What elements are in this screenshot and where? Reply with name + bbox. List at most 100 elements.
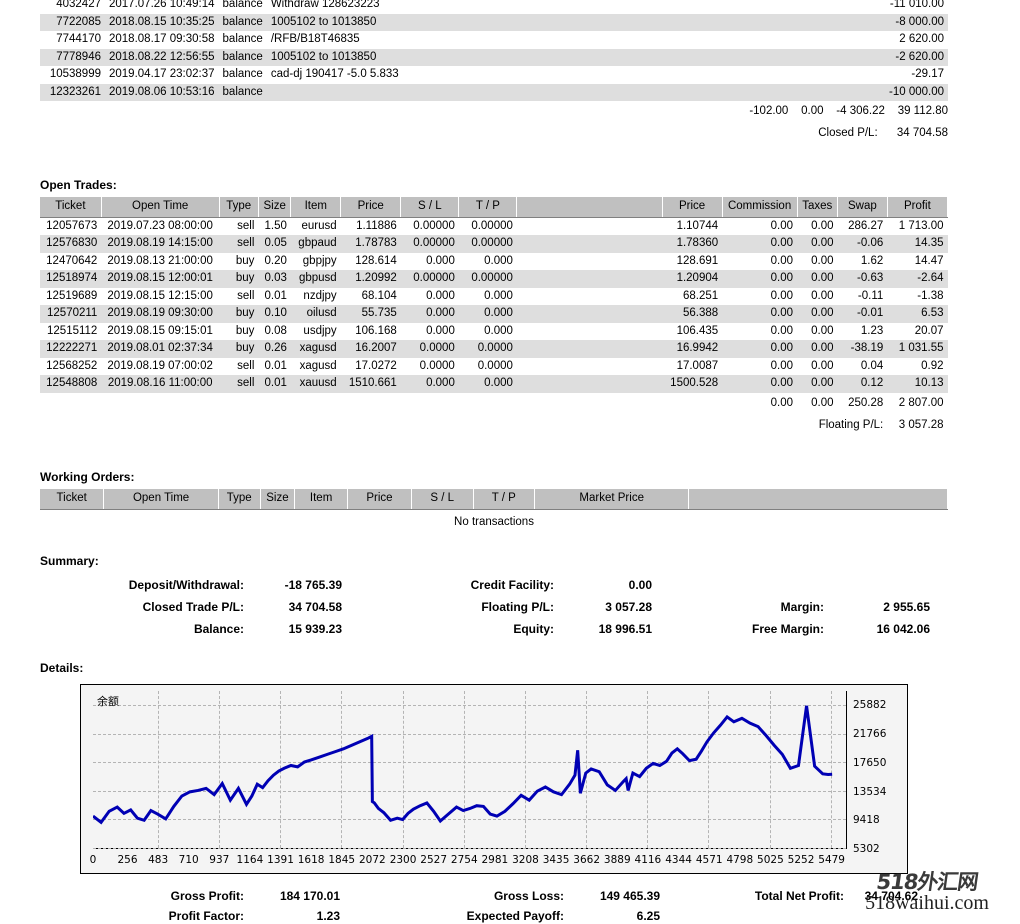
mt4-account-statement-page: 4032427 2017.07.26 10:49:14 balance Withdra… bbox=[0, 0, 1020, 924]
closed-total-profit: 39 112.80 bbox=[897, 105, 948, 118]
cell-item: gbpusd bbox=[290, 270, 341, 288]
chart-x-tick-label: 4116 bbox=[634, 854, 662, 866]
cell-tp: 0.0000 bbox=[477, 359, 513, 372]
cell-type: sell bbox=[237, 289, 255, 302]
chart-x-tick-label: 4571 bbox=[695, 854, 723, 866]
chart-x-tick-label: 1618 bbox=[297, 854, 325, 866]
summary-label-blank bbox=[670, 574, 830, 596]
cell-taxes: 0.00 bbox=[811, 254, 834, 267]
summary-section: Summary: Deposit/Withdrawal: -18 765.39 Cr… bbox=[40, 554, 948, 640]
open-total-commission: 0.00 bbox=[722, 392, 798, 415]
table-row: 7778946 2018.08.22 12:56:55 balance 1005102… bbox=[40, 48, 948, 66]
cell-ticket: 12518974 bbox=[40, 270, 102, 288]
closed-pl-row: Closed P/L: 34 704.58 bbox=[40, 123, 948, 145]
col-header-profit: Profit bbox=[887, 197, 949, 218]
table-row: 10538999 2019.04.17 23:02:37 balance cad-dj… bbox=[40, 66, 948, 84]
floating-pl-label: Floating P/L: bbox=[722, 414, 888, 437]
summary-title: Summary: bbox=[40, 554, 99, 568]
col-header-blank bbox=[516, 197, 663, 218]
col-header-t-p: T / P bbox=[473, 489, 536, 510]
cell-commission: 0.00 bbox=[722, 340, 798, 358]
cell-open-time: 2019.07.23 08:00:00 bbox=[107, 219, 213, 232]
cell-open-time: 2018.08.17 09:30:58 bbox=[109, 33, 215, 45]
cell-sl: 0.00000 bbox=[400, 235, 459, 253]
cell-price: 1510.661 bbox=[340, 375, 401, 393]
details-value-profit-factor: 1.23 bbox=[316, 909, 340, 923]
cell-taxes: 0.00 bbox=[811, 324, 834, 337]
working-orders-title: Working Orders: bbox=[40, 470, 135, 484]
cell-market-price: 128.691 bbox=[676, 254, 719, 267]
details-value-total-net-profit: 34 704.62 bbox=[864, 889, 918, 903]
cell-price: 55.735 bbox=[340, 305, 401, 323]
cell-tp: 0.00000 bbox=[458, 270, 517, 288]
cell-tp: 0.000 bbox=[484, 254, 513, 267]
cell-type: balance bbox=[222, 33, 263, 45]
chart-x-tick-label: 2072 bbox=[358, 854, 386, 866]
col-header-item: Item bbox=[290, 197, 342, 218]
cell-type: sell bbox=[219, 375, 259, 393]
cell-open-time: 2019.04.17 23:02:37 bbox=[109, 68, 215, 80]
cell-taxes: 0.00 bbox=[797, 375, 838, 393]
cell-profit: -1.38 bbox=[917, 289, 944, 302]
cell-type: balance bbox=[218, 48, 267, 66]
summary-value-balance: 15 939.23 bbox=[288, 622, 342, 636]
table-row: 12323261 2019.08.06 10:53:16 balance -10 0… bbox=[40, 83, 948, 101]
cell-profit: 6.53 bbox=[887, 305, 948, 323]
chart-x-tick-label: 3435 bbox=[542, 854, 570, 866]
cell-profit: 0.92 bbox=[921, 359, 944, 372]
summary-value-floating-p-l: 3 057.28 bbox=[605, 600, 652, 614]
cell-ticket: 12057673 bbox=[46, 219, 98, 232]
closed-transactions-section: 4032427 2017.07.26 10:49:14 balance Withdra… bbox=[40, 0, 948, 145]
table-row: 12518974 2019.08.15 12:00:01 buy 0.03 gbpusd… bbox=[40, 270, 948, 288]
cell-swap: 1.62 bbox=[860, 254, 884, 267]
cell-ticket: 12548808 bbox=[40, 375, 102, 393]
cell-swap: 1.23 bbox=[860, 324, 884, 337]
cell-commission: 0.00 bbox=[722, 235, 798, 253]
cell-swap: -0.11 bbox=[857, 289, 884, 302]
details-stats-body: Gross Profit: 184 170.01 Gross Loss: 149 46… bbox=[40, 886, 948, 924]
col-header-open-time: Open Time bbox=[101, 197, 220, 218]
cell-comment bbox=[266, 83, 750, 101]
table-row: 7744170 2018.08.17 09:30:58 balance/RFB/B1… bbox=[40, 31, 948, 49]
chart-y-tick-label: 13534 bbox=[853, 785, 887, 798]
cell-swap: 0.04 bbox=[860, 359, 884, 372]
cell-price: 68.104 bbox=[361, 289, 397, 302]
cell-open-time: 2019.08.19 07:00:02 bbox=[107, 359, 213, 372]
cell-taxes: 0.00 bbox=[797, 340, 838, 358]
cell-type: buy bbox=[219, 340, 259, 358]
cell-ticket: 12323261 bbox=[40, 83, 105, 101]
summary-label-credit-facility: Credit Facility: bbox=[470, 578, 554, 592]
closed-totals-cell: -102.00 0.00 -4 306.22 39 112.80 bbox=[749, 101, 948, 123]
cell-size: 0.01 bbox=[264, 359, 287, 372]
details-value-blank bbox=[850, 906, 948, 924]
cell-item: eurusd bbox=[301, 219, 337, 232]
chart-x-tick-label: 2981 bbox=[481, 854, 509, 866]
summary-row: Deposit/Withdrawal: -18 765.39 Credit Faci… bbox=[40, 574, 948, 596]
cell-market-price: 68.251 bbox=[682, 289, 719, 302]
cell-market-price: 16.9942 bbox=[662, 340, 723, 358]
chart-x-tick-label: 1845 bbox=[328, 854, 356, 866]
cell-ticket: 12519689 bbox=[46, 289, 98, 302]
cell-open-time: 2019.08.15 09:15:01 bbox=[107, 324, 213, 337]
cell-profit: 10.13 bbox=[887, 375, 948, 393]
open-trades-table: Ticket Open Time Type Size Item Price S / LT /… bbox=[40, 197, 949, 437]
cell-sl: 0.0000 bbox=[400, 340, 459, 358]
cell-swap: -38.19 bbox=[837, 340, 888, 358]
working-orders-header: Ticket Open Time Type Size Item Price S / LT /… bbox=[40, 489, 948, 510]
cell-price: 1.20992 bbox=[340, 270, 401, 288]
cell-taxes: 0.00 bbox=[811, 289, 834, 302]
details-value-gross-loss: 149 465.39 bbox=[599, 889, 660, 903]
col-header-ticket: Ticket bbox=[40, 197, 102, 218]
cell-sl: 0.00000 bbox=[400, 270, 459, 288]
summary-label-closed-trade-p-l: Closed Trade P/L: bbox=[142, 600, 244, 614]
details-title: Details: bbox=[40, 661, 84, 675]
cell-taxes: 0.00 bbox=[797, 270, 838, 288]
cell-item: xagusd bbox=[299, 359, 337, 372]
cell-profit: -8 000.00 bbox=[749, 13, 948, 31]
summary-table: Deposit/Withdrawal: -18 765.39 Credit Faci… bbox=[40, 574, 948, 640]
cell-taxes: 0.00 bbox=[811, 359, 834, 372]
cell-market-price: 106.435 bbox=[676, 324, 719, 337]
col-header-taxes: Taxes bbox=[797, 197, 839, 218]
cell-comment: cad-dj 190417 -5.0 5.833 bbox=[270, 68, 399, 80]
cell-type: buy bbox=[235, 254, 255, 267]
